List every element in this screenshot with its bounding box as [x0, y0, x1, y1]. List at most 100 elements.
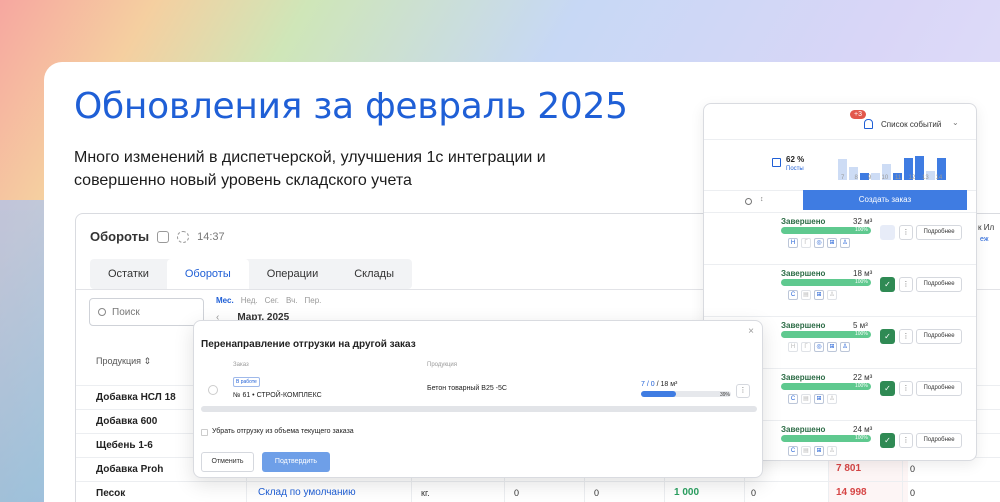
building-icon: ⊞ [814, 290, 824, 300]
kebab-menu-icon[interactable]: ⋮ [899, 381, 913, 396]
product-column-header: Продукция [427, 362, 458, 368]
check-icon[interactable]: ✓ [880, 433, 895, 448]
modal-title: Перенаправление отгрузки на другой заказ [201, 339, 416, 350]
search-icon [98, 308, 106, 316]
period-month[interactable]: Мес. [216, 296, 234, 305]
user-icon: ♙ [827, 290, 837, 300]
mini-chart-label: 8 [854, 175, 858, 181]
pause-icon[interactable] [880, 225, 895, 240]
close-icon[interactable]: × [748, 326, 754, 337]
details-button[interactable]: Подробнее [916, 433, 962, 448]
sort-icon[interactable]: ↕ [760, 196, 764, 203]
order-volume: 18 м³ [853, 269, 873, 278]
tag-chip: Г [801, 342, 811, 352]
notification-badge: +3 [850, 110, 866, 119]
product-name: Добавка НСЛ 18 [96, 392, 176, 403]
tab-ostatki[interactable]: Остатки [90, 259, 167, 289]
table-row[interactable]: Песок Склад по умолчанию кг. 0 0 1 000 0… [76, 481, 1000, 502]
mini-chart-label: 12 [908, 175, 916, 181]
kebab-menu-icon[interactable]: ⋮ [899, 433, 913, 448]
tag-chip: Н [788, 342, 798, 352]
cell-value: 0 [751, 488, 757, 498]
info-icon[interactable] [157, 230, 170, 243]
period-custom[interactable]: Пер. [305, 296, 322, 305]
order-status: Завершено [781, 321, 826, 330]
building-icon: ⊞ [814, 446, 824, 456]
balance-value: 14 998 [836, 487, 867, 498]
order-percent: 100% [855, 435, 868, 441]
order-name: № 61 • СТРОЙ-КОМПЛЕКС [233, 392, 322, 399]
progress-fill [641, 391, 677, 397]
create-order-button[interactable]: Создать заказ [803, 190, 967, 210]
product-name: Щебень 1-6 [96, 440, 153, 451]
order-radio[interactable] [208, 385, 218, 395]
details-button[interactable]: Подробнее [916, 277, 962, 292]
product-column-label: Продукция [96, 356, 142, 366]
mini-chart-label: 9 [868, 175, 872, 181]
qty-done: 7 / 0 [641, 381, 655, 388]
order-status: Завершено [781, 217, 826, 226]
kebab-menu-icon[interactable]: ⋮ [899, 225, 913, 240]
period-switcher: Мес. Нед. Сег. Вч. Пер. [216, 296, 321, 305]
clock-time: 14:37 [197, 230, 225, 243]
tab-warehouses[interactable]: Склады [336, 259, 412, 289]
order-tags: С ▤ ⊞ ♙ [788, 290, 837, 300]
posts-percent: 62 % [786, 155, 805, 164]
tab-oboroty[interactable]: Обороты [166, 259, 249, 289]
income-value: 1 000 [674, 487, 700, 498]
cell-value: 0 [594, 488, 600, 498]
order-tags: С ▤ ⊞ ♙ [788, 446, 837, 456]
order-percent: 100% [855, 227, 868, 233]
chevron-down-icon[interactable]: ⌄ [952, 118, 959, 127]
details-button[interactable]: Подробнее [916, 381, 962, 396]
status-badge: В работе [233, 377, 260, 387]
chat-icon: ◎ [814, 238, 824, 248]
bell-icon[interactable] [864, 119, 873, 129]
cancel-button[interactable]: Отменить [201, 452, 254, 472]
warehouse-link[interactable]: Склад по умолчанию [258, 487, 356, 498]
order-tags: С ▤ ⊞ ♙ [788, 394, 837, 404]
tab-operations[interactable]: Операции [249, 259, 336, 289]
kebab-menu-icon[interactable]: ⋮ [899, 329, 913, 344]
tag-chip: С [788, 446, 798, 456]
period-week[interactable]: Нед. [241, 296, 258, 305]
qty-total: / 18 м³ [654, 381, 678, 388]
building-icon: ⊞ [814, 394, 824, 404]
posts-label: Посты [786, 166, 804, 172]
period-yesterday[interactable]: Вч. [286, 296, 297, 305]
kebab-menu-icon[interactable]: ⋮ [899, 277, 913, 292]
order-percent: 100% [855, 279, 868, 285]
product-name: Бетон товарный B25 -5С [427, 385, 507, 392]
remove-from-volume-checkbox[interactable] [201, 429, 208, 436]
events-dropdown[interactable]: Список событий [881, 120, 941, 129]
check-icon[interactable]: ✓ [880, 381, 895, 396]
order-volume: 32 м³ [853, 217, 873, 226]
gear-icon[interactable] [177, 230, 190, 243]
check-icon[interactable]: ✓ [880, 329, 895, 344]
check-icon[interactable]: ✓ [880, 277, 895, 292]
turnover-header: Обороты 14:37 [90, 229, 225, 244]
product-column-header[interactable]: Продукция ⇕ [96, 356, 151, 367]
document-icon: ▤ [801, 394, 811, 404]
chat-icon: ◎ [814, 342, 824, 352]
search-input[interactable]: Поиск [89, 298, 204, 326]
hero-subtitle: Много изменений в диспетчерской, улучшен… [74, 149, 546, 189]
cell-value: 0 [910, 464, 916, 474]
period-today[interactable]: Сег. [265, 296, 279, 305]
details-button[interactable]: Подробнее [916, 225, 962, 240]
balance-value: 7 801 [836, 463, 862, 474]
confirm-button[interactable]: Подтвердить [262, 452, 330, 472]
order-card[interactable]: Завершено 32 м³ 100% Н Г ◎ ⊞ ♙ ⋮ Подробн… [704, 212, 976, 264]
order-status: Завершено [781, 269, 826, 278]
refresh-icon[interactable] [745, 198, 752, 205]
document-icon: ▤ [801, 446, 811, 456]
search-placeholder: Поиск [112, 306, 140, 318]
kebab-menu-icon[interactable]: ⋮ [736, 384, 750, 398]
mini-chart-label: 10 [881, 175, 889, 181]
order-volume: 22 м³ [853, 373, 873, 382]
tag-chip: С [788, 394, 798, 404]
details-button[interactable]: Подробнее [916, 329, 962, 344]
user-icon: ♙ [827, 394, 837, 404]
order-card[interactable]: Завершено 18 м³ 100% С ▤ ⊞ ♙ ✓ ⋮ Подробн… [704, 264, 976, 316]
horizontal-scrollbar[interactable] [201, 406, 757, 412]
